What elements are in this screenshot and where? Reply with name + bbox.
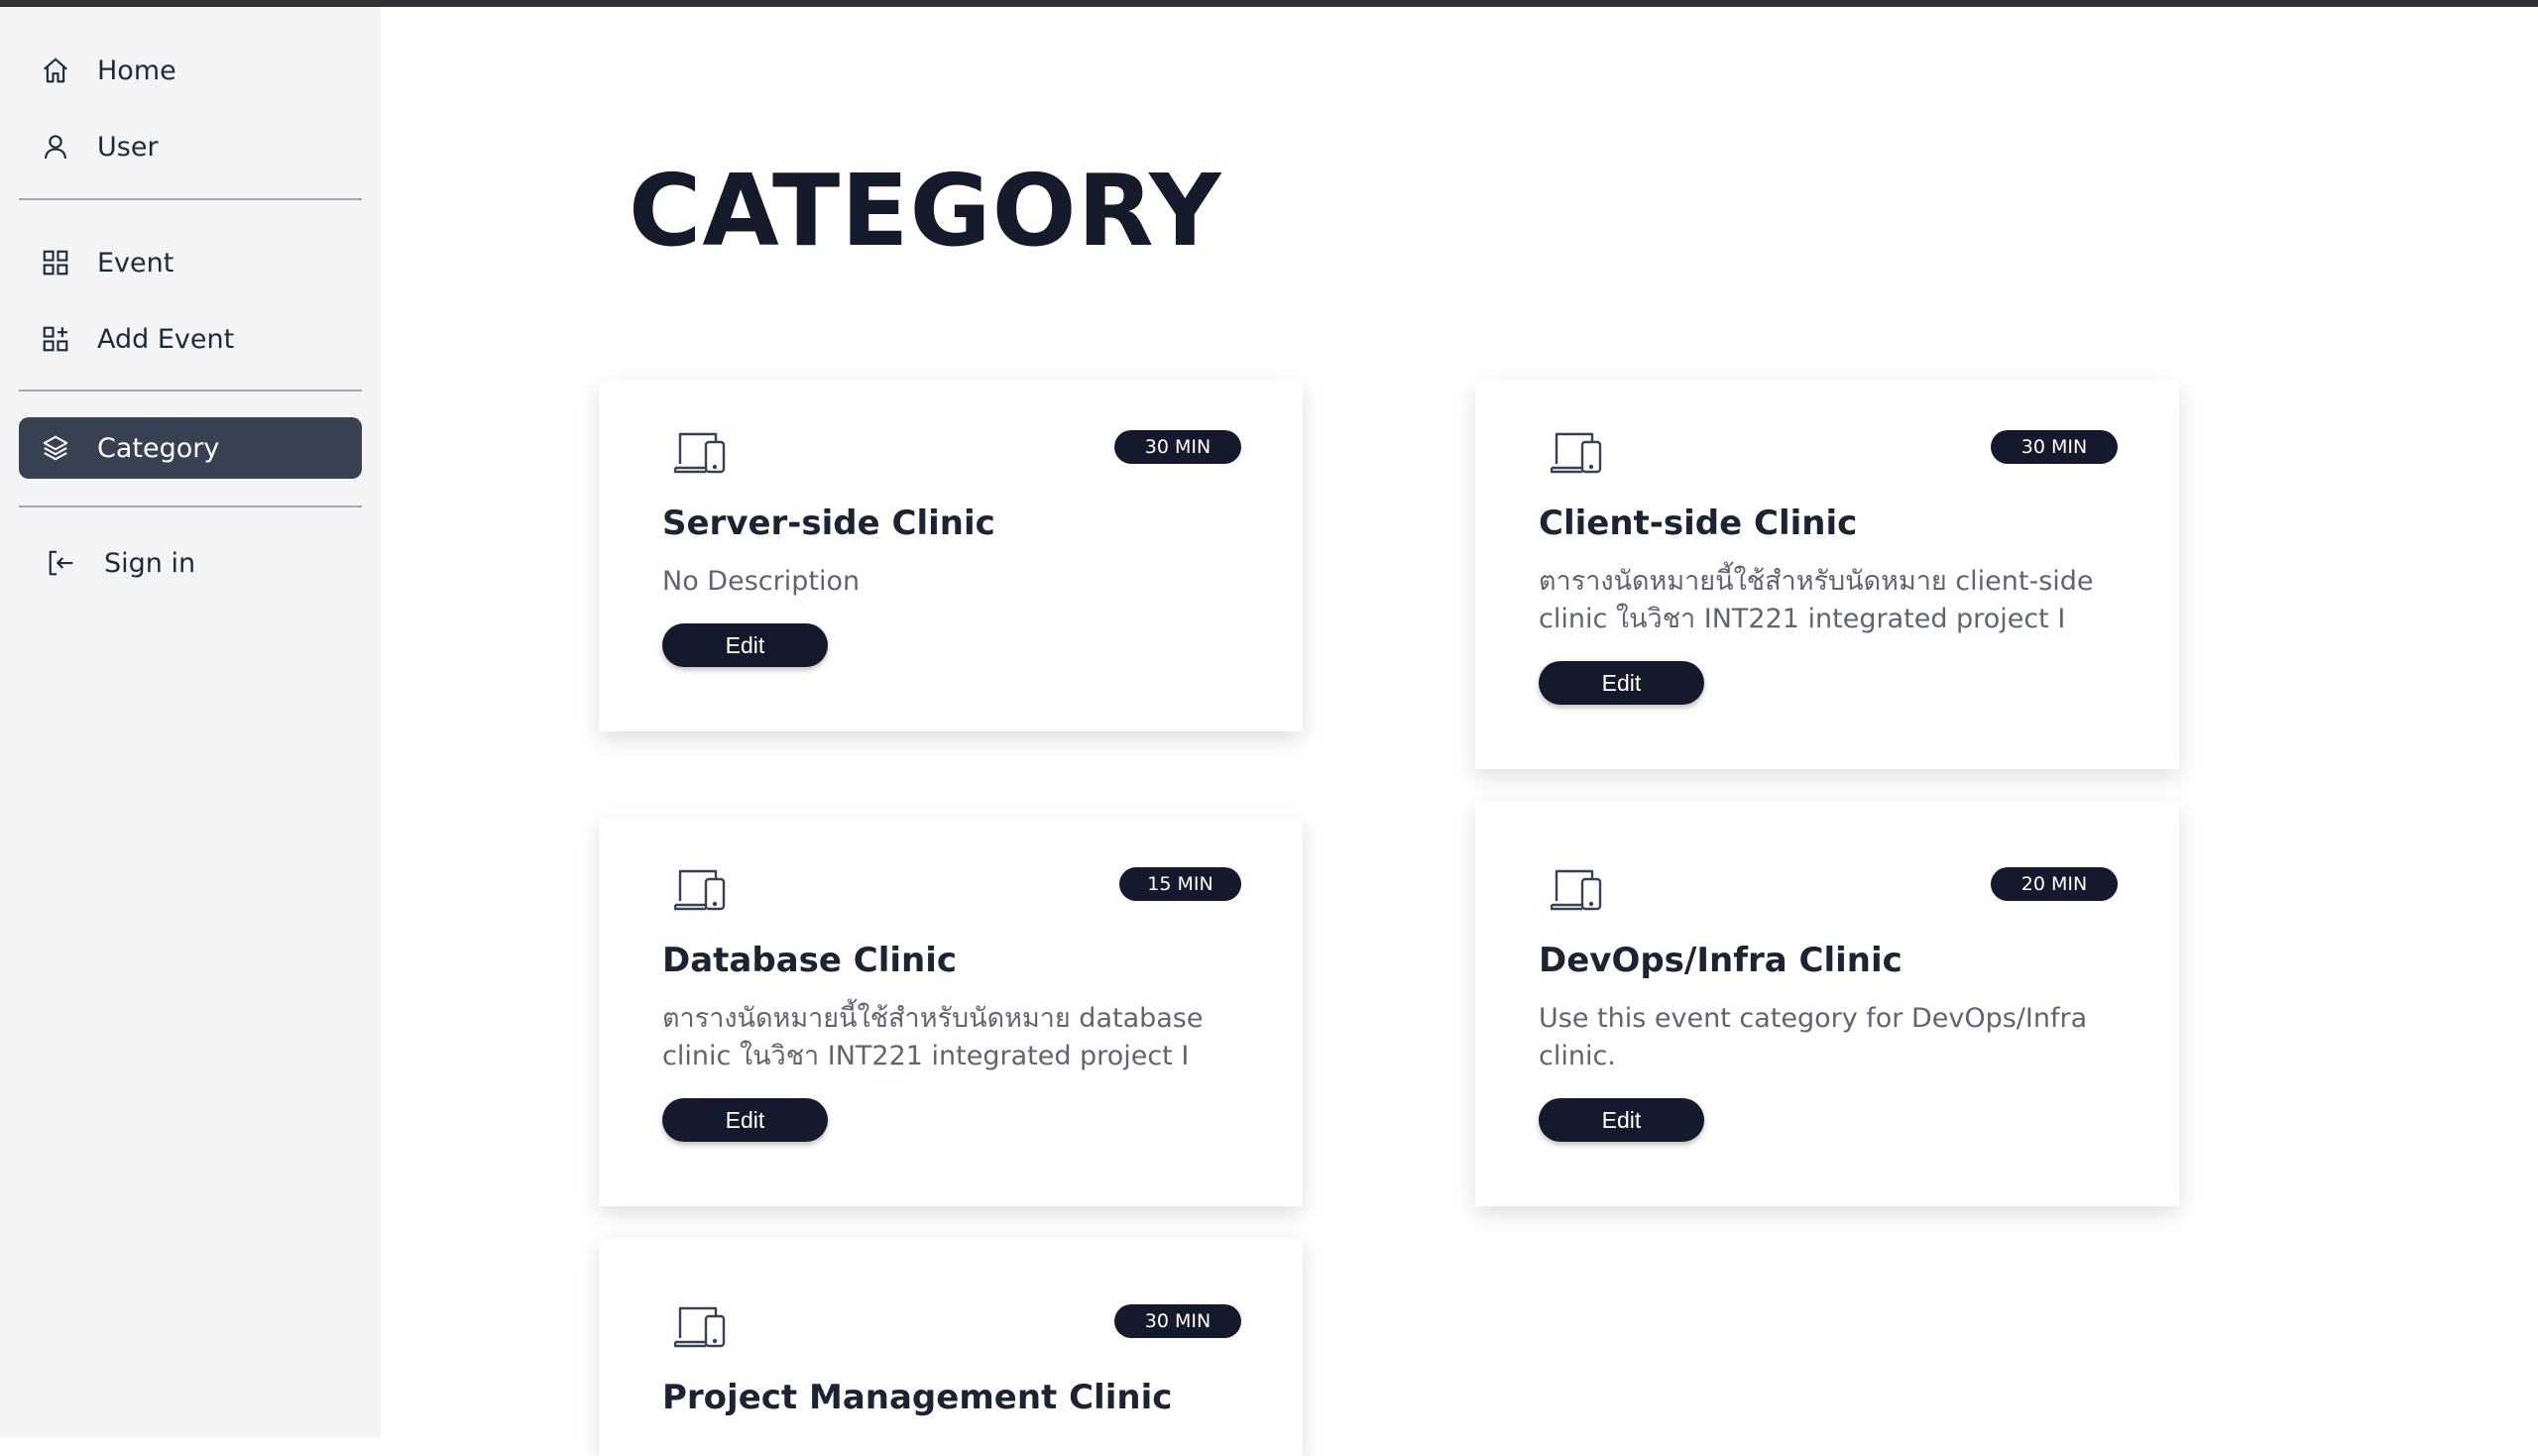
category-card: 15 MIN Database Clinic ตารางนัดหมายนี้ใช…	[599, 818, 1303, 1206]
sidebar-item-label: Add Event	[97, 323, 235, 355]
sidebar-item-label: Sign in	[104, 547, 196, 579]
category-card: 20 MIN DevOps/Infra Clinic Use this even…	[1475, 801, 2179, 1206]
sign-in-icon	[45, 546, 78, 580]
card-description: ตารางนัดหมายนี้ใช้สำหรับนัดหมาย database…	[662, 1003, 1204, 1071]
user-icon	[39, 130, 72, 164]
sidebar-item-sign-in[interactable]: Sign in	[19, 532, 362, 594]
sidebar-item-event[interactable]: Event	[19, 232, 362, 293]
duration-badge: 15 MIN	[1119, 867, 1241, 901]
card-title: DevOps/Infra Clinic	[1539, 941, 1903, 980]
page-title: CATEGORY	[629, 153, 1222, 269]
devices-icon	[673, 867, 730, 913]
card-title: Server-side Clinic	[662, 504, 995, 543]
layers-icon	[39, 431, 72, 465]
devices-icon	[1550, 867, 1606, 913]
sidebar-item-label: User	[97, 131, 159, 163]
card-description: ตารางนัดหมายนี้ใช้สำหรับนัดหมาย client-s…	[1539, 566, 2094, 634]
devices-icon	[673, 1304, 730, 1350]
category-card: 30 MIN Client-side Clinic ตารางนัดหมายนี…	[1475, 381, 2179, 769]
duration-badge: 30 MIN	[1114, 430, 1241, 464]
window-top-bar	[0, 0, 2538, 7]
card-title: Database Clinic	[662, 941, 958, 980]
sidebar-divider	[19, 198, 362, 200]
devices-icon	[673, 430, 730, 476]
sidebar-item-home[interactable]: Home	[19, 40, 362, 101]
sidebar-item-user[interactable]: User	[19, 116, 362, 177]
duration-badge: 30 MIN	[1114, 1304, 1241, 1338]
sidebar-item-label: Event	[97, 247, 174, 279]
category-card: 30 MIN Project Management Clinic	[599, 1238, 1303, 1456]
duration-badge: 20 MIN	[1991, 867, 2118, 901]
sidebar: Home User Event Add Event Category Sign …	[0, 7, 381, 1437]
sidebar-item-add-event[interactable]: Add Event	[19, 308, 362, 370]
edit-button[interactable]: Edit	[1539, 661, 1704, 705]
grid-icon	[39, 246, 72, 280]
category-card: 30 MIN Server-side Clinic No Description…	[599, 381, 1303, 731]
sidebar-item-label: Category	[97, 432, 220, 464]
sidebar-divider	[19, 505, 362, 507]
card-description: Use this event category for DevOps/Infra…	[1539, 1003, 2088, 1071]
card-title: Project Management Clinic	[662, 1378, 1173, 1417]
edit-button[interactable]: Edit	[1539, 1098, 1704, 1142]
devices-icon	[1550, 430, 1606, 476]
edit-button[interactable]: Edit	[662, 623, 828, 667]
duration-badge: 30 MIN	[1991, 430, 2118, 464]
edit-button[interactable]: Edit	[662, 1098, 828, 1142]
card-description: No Description	[662, 566, 861, 597]
sidebar-item-category[interactable]: Category	[19, 417, 362, 479]
sidebar-item-label: Home	[97, 55, 176, 86]
sidebar-divider	[19, 390, 362, 392]
home-icon	[39, 54, 72, 87]
card-title: Client-side Clinic	[1539, 504, 1858, 543]
grid-add-icon	[39, 322, 72, 356]
